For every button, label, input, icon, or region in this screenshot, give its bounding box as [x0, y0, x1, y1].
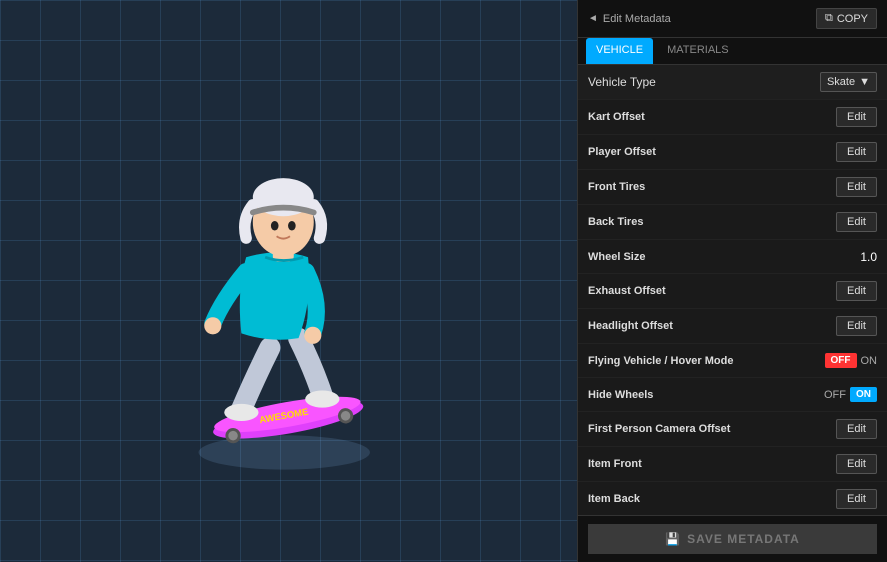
copy-icon: ⧉	[825, 12, 833, 25]
back-tires-label: Back Tires	[588, 216, 643, 228]
tab-materials[interactable]: MATERIALS	[657, 38, 739, 64]
player-offset-label: Player Offset	[588, 146, 656, 158]
headlight-offset-edit-button[interactable]: Edit	[836, 316, 877, 336]
panel-header: ◄ Edit Metadata ⧉ COPY	[578, 0, 887, 38]
panel-footer: 💾 SAVE METADATA	[578, 515, 887, 562]
headlight-offset-row: Headlight Offset Edit	[578, 309, 887, 344]
vehicle-type-row: Vehicle Type Skate ▼	[578, 65, 887, 100]
item-back-label: Item Back	[588, 493, 640, 505]
flying-vehicle-toggle-off[interactable]: OFF	[825, 353, 857, 368]
flying-vehicle-toggle-group: OFF ON	[825, 353, 878, 368]
player-offset-row: Player Offset Edit	[578, 135, 887, 170]
item-front-edit-button[interactable]: Edit	[836, 454, 877, 474]
kart-offset-label: Kart Offset	[588, 111, 645, 123]
exhaust-offset-edit-button[interactable]: Edit	[836, 281, 877, 301]
copy-label: COPY	[837, 13, 868, 25]
panel-content: Vehicle Type Skate ▼ Kart Offset Edit Pl…	[578, 65, 887, 515]
tab-materials-label: MATERIALS	[667, 44, 729, 56]
character-svg: AWESOME	[129, 81, 449, 481]
character-display: AWESOME	[0, 0, 577, 562]
item-back-edit-button[interactable]: Edit	[836, 489, 877, 509]
tab-bar: VEHICLE MATERIALS	[578, 38, 887, 65]
dropdown-arrow-icon: ▼	[859, 76, 870, 88]
hide-wheels-row: Hide Wheels OFF ON	[578, 378, 887, 412]
vehicle-type-label: Vehicle Type	[588, 75, 656, 89]
vehicle-type-dropdown[interactable]: Skate ▼	[820, 72, 877, 92]
back-tires-row: Back Tires Edit	[578, 205, 887, 240]
back-arrow-icon: ◄	[588, 13, 598, 24]
item-front-label: Item Front	[588, 458, 642, 470]
player-offset-edit-button[interactable]: Edit	[836, 142, 877, 162]
kart-offset-edit-button[interactable]: Edit	[836, 107, 877, 127]
hide-wheels-toggle-on[interactable]: ON	[850, 387, 877, 402]
flying-vehicle-label: Flying Vehicle / Hover Mode	[588, 355, 733, 367]
front-tires-edit-button[interactable]: Edit	[836, 177, 877, 197]
tab-vehicle[interactable]: VEHICLE	[586, 38, 653, 64]
breadcrumb[interactable]: ◄ Edit Metadata	[588, 13, 671, 25]
wheel-size-row: Wheel Size 1.0	[578, 240, 887, 274]
copy-button[interactable]: ⧉ COPY	[816, 8, 877, 29]
exhaust-offset-label: Exhaust Offset	[588, 285, 666, 297]
hide-wheels-label: Hide Wheels	[588, 389, 653, 401]
3d-viewport[interactable]: AWESOME	[0, 0, 577, 562]
first-person-camera-label: First Person Camera Offset	[588, 423, 730, 435]
vehicle-type-value: Skate	[827, 76, 855, 88]
metadata-panel: ◄ Edit Metadata ⧉ COPY VEHICLE MATERIALS…	[577, 0, 887, 562]
save-label: SAVE METADATA	[687, 532, 800, 546]
kart-offset-row: Kart Offset Edit	[578, 100, 887, 135]
item-front-row: Item Front Edit	[578, 447, 887, 482]
item-back-row: Item Back Edit	[578, 482, 887, 515]
first-person-camera-row: First Person Camera Offset Edit	[578, 412, 887, 447]
hide-wheels-toggle-group: OFF ON	[824, 387, 877, 402]
flying-vehicle-on-label: ON	[861, 355, 878, 367]
wheel-size-label: Wheel Size	[588, 251, 645, 263]
back-tires-edit-button[interactable]: Edit	[836, 212, 877, 232]
exhaust-offset-row: Exhaust Offset Edit	[578, 274, 887, 309]
front-tires-label: Front Tires	[588, 181, 645, 193]
tab-vehicle-label: VEHICLE	[596, 44, 643, 56]
wheel-size-value: 1.0	[860, 250, 877, 264]
breadcrumb-label: Edit Metadata	[603, 13, 671, 25]
save-icon: 💾	[665, 532, 681, 546]
flying-vehicle-row: Flying Vehicle / Hover Mode OFF ON	[578, 344, 887, 378]
hide-wheels-off-label: OFF	[824, 389, 846, 401]
save-metadata-button[interactable]: 💾 SAVE METADATA	[588, 524, 877, 554]
front-tires-row: Front Tires Edit	[578, 170, 887, 205]
first-person-camera-edit-button[interactable]: Edit	[836, 419, 877, 439]
headlight-offset-label: Headlight Offset	[588, 320, 673, 332]
